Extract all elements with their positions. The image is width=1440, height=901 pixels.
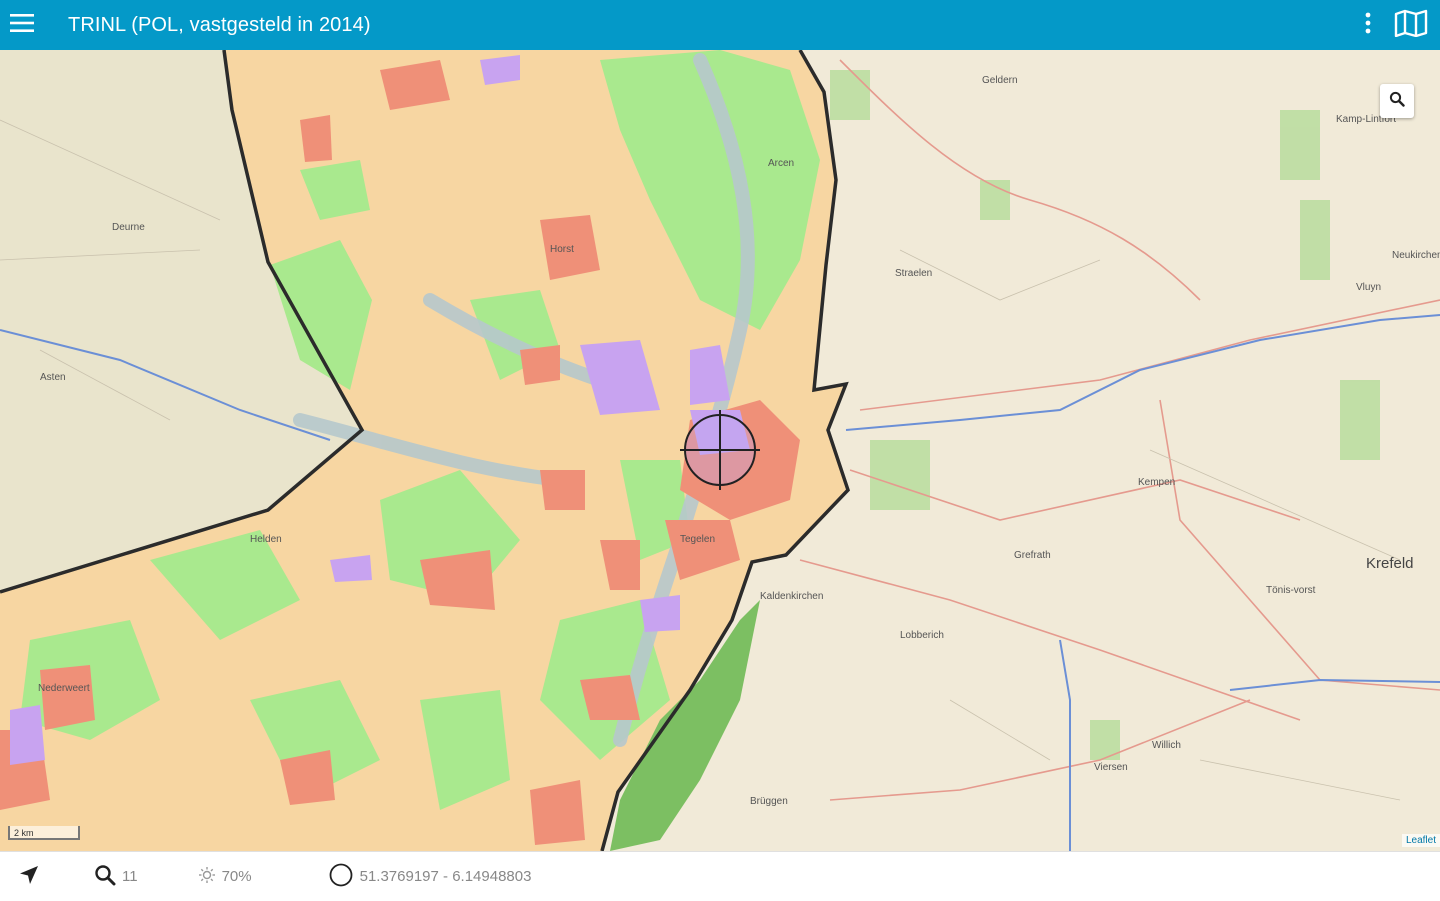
place-label: Grefrath — [1014, 550, 1051, 561]
more-vert-icon — [1365, 12, 1371, 39]
page-title: TRINL (POL, vastgesteld in 2014) — [68, 13, 371, 36]
magnifier-icon — [94, 864, 116, 890]
map-view[interactable]: Geldern Kamp-Lintfort Straelen Neukirche… — [0, 50, 1440, 851]
place-label: Willich — [1152, 740, 1181, 751]
place-label: Asten — [40, 372, 66, 383]
place-label: Tegelen — [680, 534, 716, 545]
navigation-arrow-icon — [18, 864, 40, 890]
place-label: Kempen — [1138, 477, 1176, 488]
coordinates-value: 51.3769197 - 6.14948803 — [359, 868, 532, 885]
place-label: Neukirchen — [1392, 250, 1440, 261]
hamburger-icon — [10, 13, 36, 38]
app-bar: TRINL (POL, vastgesteld in 2014) — [0, 0, 1440, 50]
opacity-control[interactable]: 70% — [198, 866, 252, 888]
scale-bar: 2 km — [8, 826, 80, 840]
place-label: Viersen — [1094, 762, 1128, 773]
place-label: Vluyn — [1356, 282, 1382, 293]
place-label: Tönis-vorst — [1266, 585, 1316, 596]
coordinates-display: 51.3769197 - 6.14948803 — [328, 862, 532, 892]
opacity-value: 70% — [221, 868, 252, 885]
locate-button[interactable] — [18, 864, 40, 890]
place-label: Krefeld — [1366, 555, 1414, 572]
place-label: Geldern — [982, 75, 1018, 86]
overflow-menu-button[interactable] — [1350, 0, 1386, 50]
location-circle-icon — [328, 862, 354, 892]
brightness-icon — [198, 866, 216, 888]
place-label: Helden — [250, 534, 282, 545]
status-bar: 11 70% 51.3769197 - 6.14948803 — [0, 851, 1440, 901]
map-layers-button[interactable] — [1386, 0, 1436, 50]
place-label: Brüggen — [750, 796, 788, 807]
place-label: Nederweert — [38, 683, 90, 694]
place-label: Kaldenkirchen — [760, 591, 824, 602]
zoom-value: 11 — [122, 868, 138, 885]
place-label: Arcen — [768, 158, 795, 169]
place-label: Deurne — [112, 222, 145, 233]
map-search-button[interactable] — [1380, 84, 1414, 118]
map-icon — [1394, 9, 1428, 42]
search-icon — [1389, 91, 1405, 112]
place-label: Straelen — [895, 268, 933, 279]
place-label: Horst — [550, 244, 574, 255]
map-canvas — [0, 50, 1440, 851]
menu-button[interactable] — [0, 0, 46, 50]
attribution-link[interactable]: Leaflet — [1401, 834, 1440, 847]
zoom-level: 11 — [94, 864, 138, 890]
place-label: Lobberich — [900, 630, 944, 641]
